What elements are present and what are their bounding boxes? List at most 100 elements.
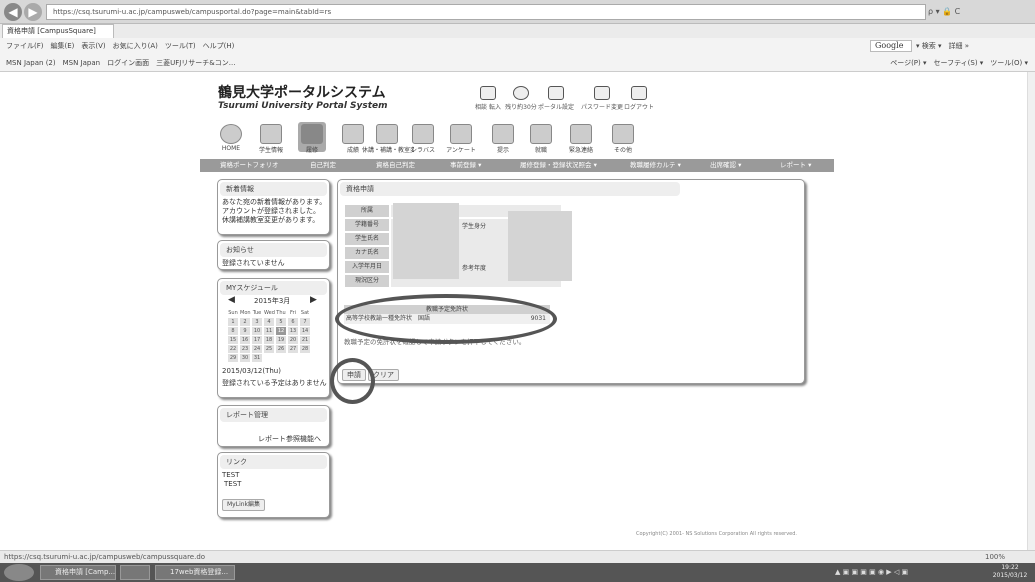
calendar-date[interactable]: 28 bbox=[300, 345, 310, 353]
grades-icon[interactable] bbox=[342, 124, 364, 144]
emergency-icon[interactable] bbox=[570, 124, 592, 144]
taskbar-item-browser[interactable]: 資格申請 [Camp... bbox=[40, 565, 116, 580]
nav-syllabus[interactable]: シラバス bbox=[403, 145, 443, 154]
start-button[interactable] bbox=[4, 564, 34, 581]
calendar-next-icon[interactable]: ▶ bbox=[310, 295, 317, 305]
calendar-prev-icon[interactable]: ◀ bbox=[228, 295, 235, 305]
search-options[interactable]: ▾ 検索 ▾ 詳細 » bbox=[916, 38, 969, 54]
calendar-date[interactable]: 6 bbox=[288, 318, 298, 326]
calendar-date[interactable]: 17 bbox=[252, 336, 262, 344]
course-icon[interactable] bbox=[301, 124, 323, 144]
student-info-icon[interactable] bbox=[260, 124, 282, 144]
calendar-date[interactable]: 10 bbox=[252, 327, 262, 335]
survey-icon[interactable] bbox=[450, 124, 472, 144]
mylink-edit-button[interactable]: MyLink編集 bbox=[222, 499, 266, 511]
zoom-level[interactable]: 100% bbox=[985, 551, 1005, 563]
schedule-date[interactable]: 2015/03/12(Thu) bbox=[222, 367, 281, 376]
calendar-date[interactable]: 29 bbox=[228, 354, 238, 362]
calendar-date[interactable]: 27 bbox=[288, 345, 298, 353]
calendar-date[interactable]: 14 bbox=[300, 327, 310, 335]
calendar-date[interactable]: 20 bbox=[288, 336, 298, 344]
subnav-portfolio[interactable]: 資格ポートフォリオ bbox=[220, 159, 279, 172]
subnav-report[interactable]: レポート ▾ bbox=[780, 159, 811, 172]
calendar-date[interactable]: 7 bbox=[300, 318, 310, 326]
portal-settings-icon[interactable] bbox=[548, 86, 564, 100]
subnav-registration[interactable]: 履修登録・登録状況照会 ▾ bbox=[520, 159, 597, 172]
link-item[interactable]: TEST bbox=[218, 471, 329, 480]
page-scrollbar[interactable] bbox=[1027, 72, 1035, 550]
calendar-date[interactable]: 22 bbox=[228, 345, 238, 353]
syllabus-icon[interactable] bbox=[412, 124, 434, 144]
nav-course[interactable]: 履修 bbox=[292, 145, 332, 154]
calendar-weekday: Tue bbox=[252, 309, 262, 317]
calendar-date[interactable]: 12 bbox=[276, 327, 286, 335]
nav-other[interactable]: その他 bbox=[603, 145, 643, 154]
header-link-settings[interactable]: ポータル設定 bbox=[531, 102, 581, 111]
status-bar: https://csq.tsurumi-u.ac.jp/campusweb/ca… bbox=[0, 550, 1035, 563]
subnav-pre-register[interactable]: 事前登録 ▾ bbox=[450, 159, 481, 172]
password-icon[interactable] bbox=[594, 86, 610, 100]
nav-student-info[interactable]: 学生情報 bbox=[251, 145, 291, 154]
calendar-date[interactable]: 5 bbox=[276, 318, 286, 326]
news-line[interactable]: あなた宛の新着情報があります。 bbox=[218, 198, 329, 207]
calendar-date[interactable]: 24 bbox=[252, 345, 262, 353]
calendar-date[interactable]: 16 bbox=[240, 336, 250, 344]
back-icon[interactable]: ◀ bbox=[4, 3, 22, 21]
logout-icon[interactable] bbox=[631, 86, 647, 100]
report-link[interactable]: レポート参照機能へ bbox=[258, 435, 321, 444]
nav-emergency[interactable]: 緊急連絡 bbox=[561, 145, 601, 154]
calendar-date[interactable]: 2 bbox=[240, 318, 250, 326]
home-icon[interactable] bbox=[220, 124, 242, 144]
clock[interactable]: 19:22 2015/03/12 bbox=[988, 564, 1032, 582]
nav-career[interactable]: 就職 bbox=[521, 145, 561, 154]
address-tools[interactable]: ρ ▾ 🔒 C bbox=[928, 4, 1033, 20]
taskbar-item-explorer[interactable] bbox=[120, 565, 150, 580]
bulletin-icon[interactable] bbox=[492, 124, 514, 144]
news-line[interactable]: 休講補講教室変更があります。 bbox=[218, 216, 329, 225]
consult-icon[interactable] bbox=[480, 86, 496, 100]
copyright: Copyright(C) 2001- NS Solutions Corporat… bbox=[636, 531, 798, 537]
calendar-date[interactable]: 23 bbox=[240, 345, 250, 353]
calendar-date[interactable]: 11 bbox=[264, 327, 274, 335]
command-bar[interactable]: ページ(P) ▾ セーフティ(S) ▾ ツール(O) ▾ bbox=[750, 54, 1034, 72]
calendar-date[interactable]: 18 bbox=[264, 336, 274, 344]
subnav-teaching-record[interactable]: 教職履修カルテ ▾ bbox=[630, 159, 681, 172]
calendar-date[interactable]: 25 bbox=[264, 345, 274, 353]
link-item[interactable]: TEST bbox=[218, 480, 329, 489]
calendar-month: 2015年3月 bbox=[254, 297, 291, 305]
header-link-logout[interactable]: ログアウト bbox=[614, 102, 664, 111]
cancel-class-icon[interactable] bbox=[376, 124, 398, 144]
forward-icon[interactable]: ▶ bbox=[24, 3, 42, 21]
calendar-date[interactable]: 4 bbox=[264, 318, 274, 326]
search-engine-box[interactable]: Google bbox=[870, 40, 912, 52]
news-line[interactable]: アカウントが登録されました。 bbox=[218, 207, 329, 216]
calendar-date[interactable]: 21 bbox=[300, 336, 310, 344]
subnav-qual-self-check[interactable]: 資格自己判定 bbox=[376, 159, 415, 172]
calendar-date[interactable]: 31 bbox=[252, 354, 262, 362]
other-icon[interactable] bbox=[612, 124, 634, 144]
career-icon[interactable] bbox=[530, 124, 552, 144]
subnav-self-check[interactable]: 自己判定 bbox=[310, 159, 336, 172]
portal-logo-en: Tsurumi University Portal System bbox=[218, 101, 388, 111]
notice-title: お知らせ bbox=[220, 243, 327, 257]
calendar-date[interactable]: 13 bbox=[288, 327, 298, 335]
schedule-empty: 登録されている予定はありません bbox=[222, 379, 327, 387]
calendar-date[interactable]: 26 bbox=[276, 345, 286, 353]
nav-bulletin[interactable]: 提示 bbox=[483, 145, 523, 154]
nav-home[interactable]: HOME bbox=[211, 145, 251, 152]
calendar-date[interactable]: 19 bbox=[276, 336, 286, 344]
address-bar[interactable]: https://csq.tsurumi-u.ac.jp/campusweb/ca… bbox=[46, 4, 926, 20]
taskbar-item-doc[interactable]: 17web資格登録... bbox=[155, 565, 235, 580]
calendar-date[interactable]: 8 bbox=[228, 327, 238, 335]
system-tray[interactable]: ▲ ▣ ▣ ▣ ▣ ◉ ▶ ◁ ▣ bbox=[835, 565, 985, 580]
calendar-date[interactable]: 1 bbox=[228, 318, 238, 326]
nav-survey[interactable]: アンケート bbox=[441, 145, 481, 154]
subnav-attendance[interactable]: 出席確認 ▾ bbox=[710, 159, 741, 172]
browser-tab[interactable]: 資格申請 [CampusSquare] bbox=[2, 24, 114, 38]
calendar-date[interactable]: 30 bbox=[240, 354, 250, 362]
calendar-date[interactable]: 15 bbox=[228, 336, 238, 344]
notice-panel: お知らせ 登録されていません bbox=[217, 240, 330, 270]
calendar-date[interactable]: 3 bbox=[252, 318, 262, 326]
form-label-reference-year: 参考年度 bbox=[462, 265, 487, 272]
calendar-date[interactable]: 9 bbox=[240, 327, 250, 335]
